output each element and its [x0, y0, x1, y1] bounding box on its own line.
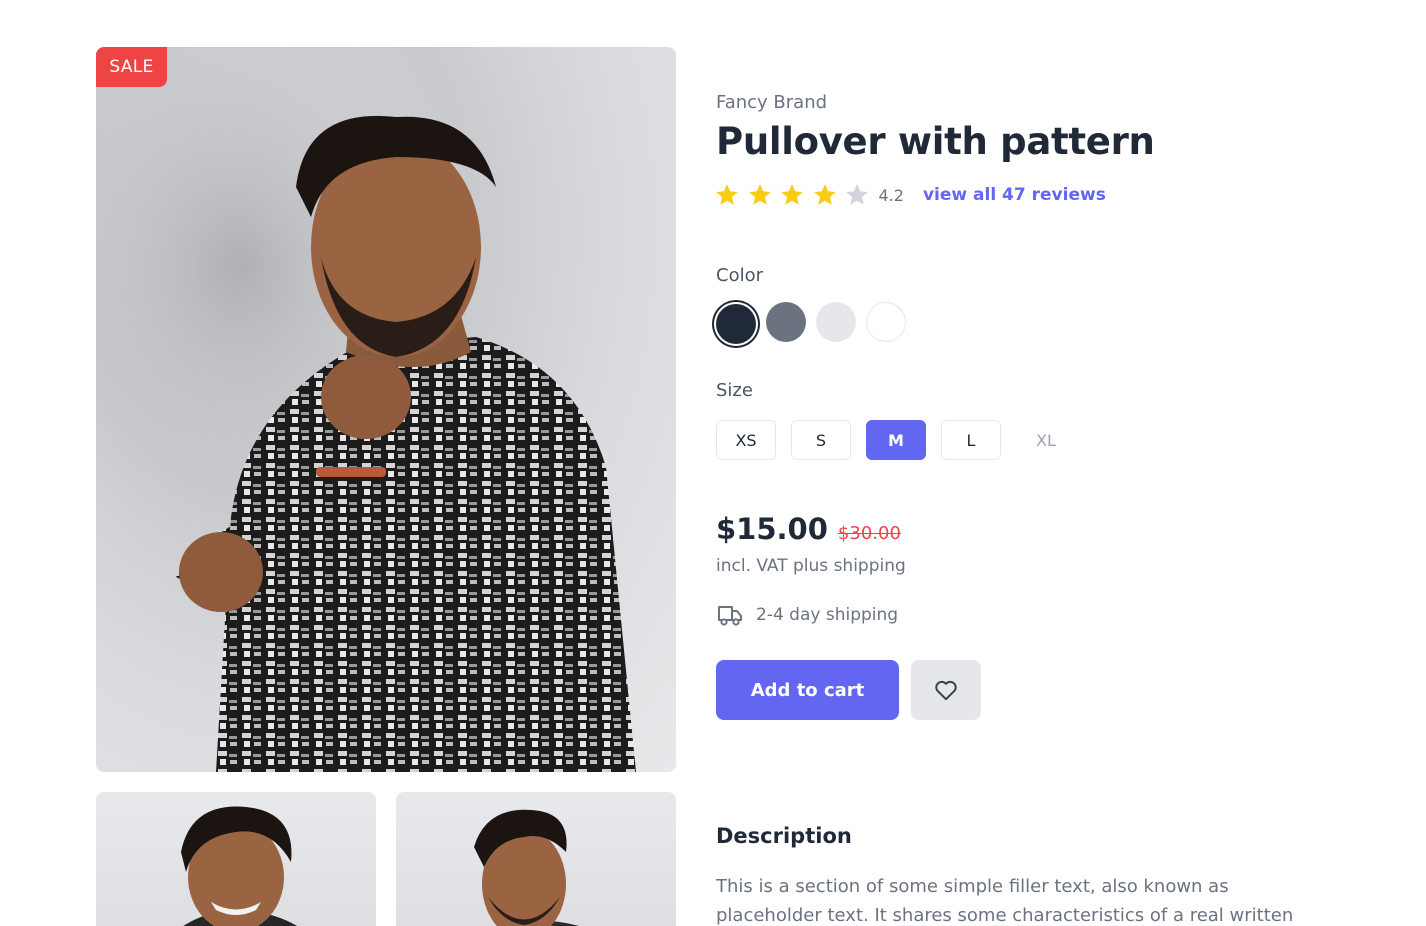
star-filled-icon — [813, 184, 836, 205]
color-swatch-light-gray[interactable] — [816, 302, 856, 342]
description-heading: Description — [716, 824, 852, 848]
thumbnail-2[interactable] — [396, 792, 676, 926]
color-options — [714, 302, 916, 344]
color-swatch-gray[interactable] — [766, 302, 806, 342]
color-swatch-dark[interactable] — [716, 304, 756, 344]
price-row: $15.00 $30.00 — [716, 512, 901, 546]
size-button-m[interactable]: M — [866, 420, 926, 460]
size-button-l[interactable]: L — [941, 420, 1001, 460]
star-filled-icon — [781, 184, 803, 205]
star-filled-icon — [748, 184, 771, 205]
star-empty-icon — [846, 184, 868, 205]
wishlist-button[interactable] — [911, 660, 981, 720]
size-options: XS S M L XL — [716, 420, 1091, 460]
star-filled-icon — [716, 184, 738, 205]
brand-name: Fancy Brand — [716, 92, 828, 113]
truck-icon — [718, 606, 742, 626]
thumbnail-photo — [474, 809, 579, 926]
description-text: This is a section of some simple filler … — [716, 876, 1294, 926]
product-photo — [96, 47, 676, 772]
current-price: $15.00 — [716, 512, 828, 546]
vat-note: incl. VAT plus shipping — [716, 556, 906, 576]
rating: 4.2 view all 47 reviews — [714, 181, 1106, 209]
thumbnail-1[interactable] — [96, 792, 376, 926]
main-product-image[interactable] — [96, 47, 676, 772]
product-page: SALE Fancy Brand Pullover with pattern 4… — [0, 0, 1426, 926]
thumbnail-photo — [181, 806, 297, 926]
size-button-s[interactable]: S — [791, 420, 851, 460]
size-button-xl: XL — [1016, 420, 1076, 460]
product-title: Pullover with pattern — [716, 120, 1155, 163]
sale-badge: SALE — [96, 47, 167, 87]
view-reviews-link[interactable]: view all 47 reviews — [923, 185, 1106, 205]
color-swatch-white[interactable] — [866, 302, 906, 342]
original-price: $30.00 — [837, 523, 901, 544]
shipping-text: 2-4 day shipping — [756, 605, 899, 625]
add-to-cart-button[interactable]: Add to cart — [716, 660, 899, 720]
rating-value: 4.2 — [878, 185, 904, 205]
size-label: Size — [716, 380, 753, 401]
shipping-info: 2-4 day shipping — [716, 602, 898, 628]
size-button-xs[interactable]: XS — [716, 420, 776, 460]
heart-icon — [935, 680, 957, 701]
color-label: Color — [716, 265, 763, 286]
